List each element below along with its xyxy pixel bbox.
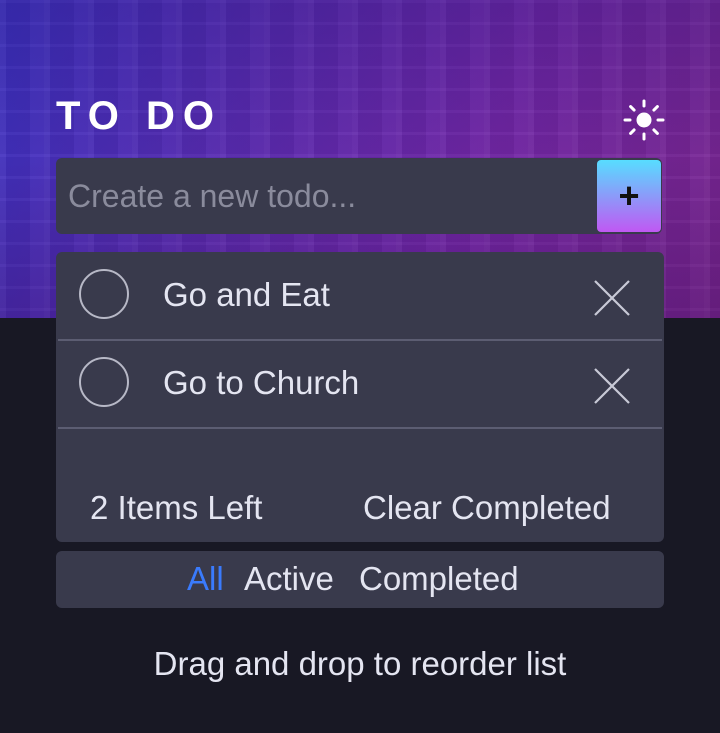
sun-icon xyxy=(623,99,665,141)
theme-toggle-button[interactable] xyxy=(622,98,666,142)
add-todo-button[interactable]: + xyxy=(597,160,661,232)
complete-checkbox[interactable] xyxy=(79,357,129,407)
close-icon xyxy=(594,280,630,316)
todo-item[interactable]: Go to Church xyxy=(56,340,664,428)
new-todo-bar: + xyxy=(56,158,662,234)
plus-icon: + xyxy=(618,175,640,216)
items-left-count: 2 Items Left xyxy=(90,489,263,526)
complete-checkbox[interactable] xyxy=(79,269,129,319)
todo-list: Go and Eat Go to Church 2 Items Left Cle… xyxy=(56,252,664,542)
row-divider xyxy=(58,427,662,429)
clear-completed-button[interactable]: Clear Completed xyxy=(363,486,611,530)
filter-bar: All Active Completed xyxy=(56,551,664,608)
todo-text: Go to Church xyxy=(163,364,360,401)
new-todo-input[interactable] xyxy=(56,158,596,234)
delete-button[interactable] xyxy=(592,278,632,318)
filter-active[interactable]: Active xyxy=(244,557,334,601)
filter-all[interactable]: All xyxy=(187,557,224,601)
todo-text: Go and Eat xyxy=(163,276,330,313)
close-icon xyxy=(594,368,630,404)
reorder-hint: Drag and drop to reorder list xyxy=(153,645,567,682)
delete-button[interactable] xyxy=(592,366,632,406)
app-title: TO DO xyxy=(56,94,222,138)
filter-completed[interactable]: Completed xyxy=(359,557,519,601)
todo-item[interactable]: Go and Eat xyxy=(56,252,664,340)
